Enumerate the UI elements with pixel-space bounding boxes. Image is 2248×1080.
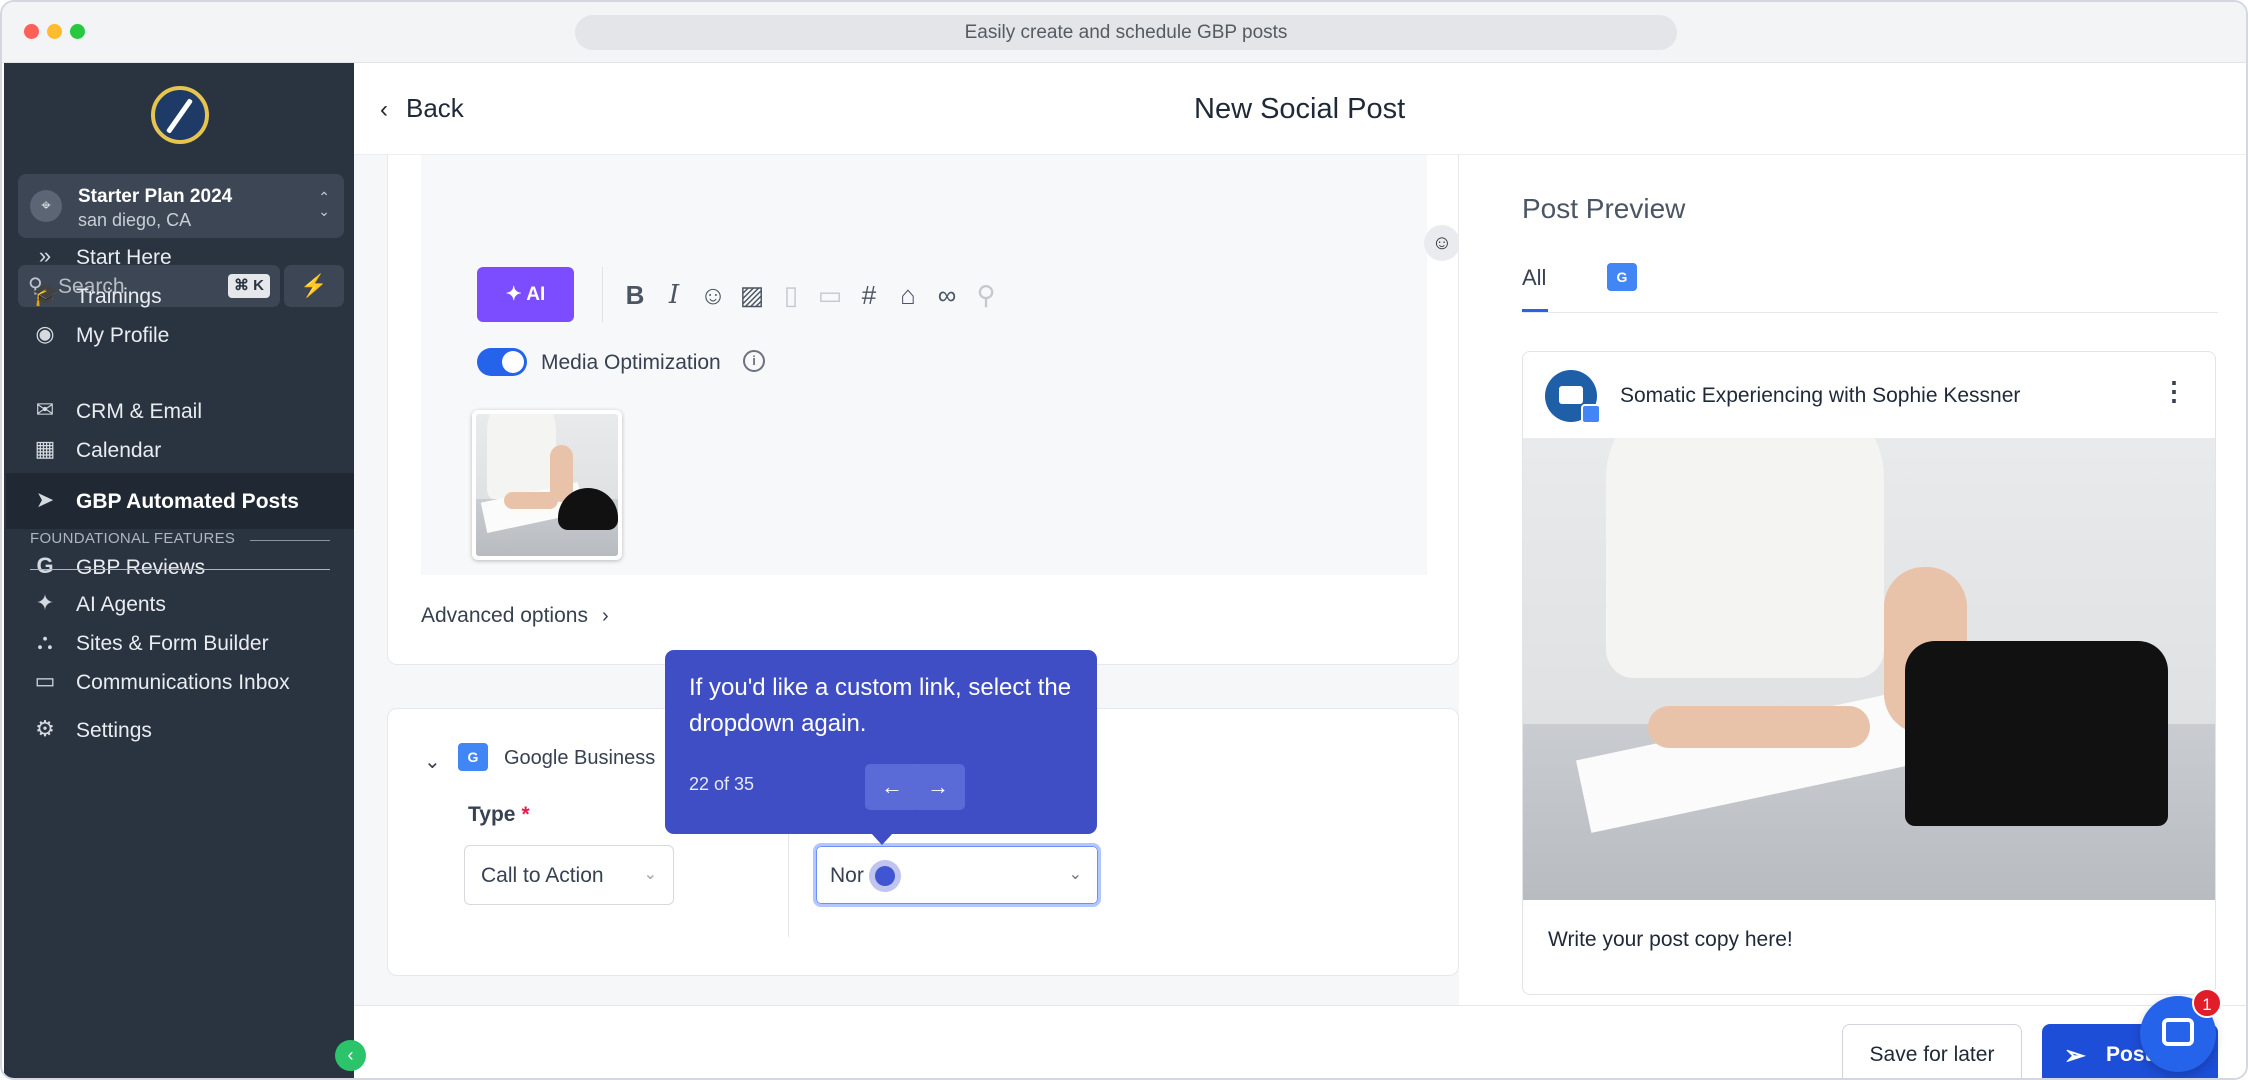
tab-google-business-icon[interactable]: G: [1607, 263, 1637, 291]
stamp-photo: [476, 414, 618, 556]
graduation-cap-icon: 🎓: [32, 282, 60, 307]
chevron-down-icon[interactable]: ⌄: [424, 749, 441, 774]
chevron-right-icon: ›: [601, 605, 609, 627]
save-for-later-button[interactable]: Save for later: [1842, 1024, 2022, 1078]
calendar-icon: ▦: [34, 436, 56, 461]
chevron-down-icon: ⌄: [1068, 866, 1082, 883]
location-icon: ⚲: [976, 280, 996, 310]
post-editor[interactable]: ☺ ✦ AI B I ☺ ▨ ▯ ▭ # ⌂ ∞ ⚲ Media Optimiz…: [421, 155, 1460, 575]
italic-icon[interactable]: I: [658, 279, 690, 311]
emoji-icon[interactable]: ☺: [697, 279, 729, 311]
sidebar: ⌖ Starter Plan 2024 san diego, CA ⌃ ⌄ ⚲ S…: [4, 63, 354, 1078]
send-icon: ➢: [2064, 1040, 2086, 1070]
video-icon: ▭: [817, 280, 843, 310]
sidebar-item-gbp-automated-posts[interactable]: ➤ GBP Automated Posts: [6, 473, 354, 529]
chevron-up-down-icon: ⌃ ⌄: [318, 189, 330, 219]
more-vertical-icon[interactable]: ⋮: [2161, 378, 2187, 404]
advanced-options-label: Advanced options: [421, 604, 588, 627]
sparkle-icon: ✦: [35, 590, 55, 615]
image-icon[interactable]: ▨: [736, 279, 768, 311]
field-divider: [788, 827, 789, 937]
cta-select[interactable]: Nor ⌄: [813, 843, 1101, 907]
tooltip-caret: [871, 833, 893, 845]
post-editor-card: ☺ ✦ AI B I ☺ ▨ ▯ ▭ # ⌂ ∞ ⚲ Media Optimiz…: [387, 155, 1460, 665]
media-optimization-label: Media Optimization: [541, 351, 721, 374]
inbox-icon: ▭: [34, 668, 56, 693]
google-business-name: Google Business: [504, 747, 656, 769]
sidebar-divider: [30, 569, 330, 570]
minimize-window-button[interactable]: [47, 24, 62, 39]
info-icon[interactable]: i: [743, 350, 765, 372]
page-header: ‹ Back New Social Post: [354, 63, 2246, 155]
collapse-sidebar-button[interactable]: ‹: [335, 1040, 366, 1071]
user-circle-icon: ◉: [35, 321, 55, 346]
advanced-options-toggle[interactable]: Advanced options ›: [421, 604, 609, 628]
gear-icon: ⚙: [35, 716, 55, 741]
tour-tooltip: If you'd like a custom link, select the …: [665, 650, 1097, 845]
sidebar-item-settings[interactable]: ⚙ Settings: [6, 702, 354, 758]
ai-button[interactable]: ✦ AI: [477, 267, 574, 322]
account-name: Starter Plan 2024: [78, 186, 233, 207]
maximize-window-button[interactable]: [70, 24, 85, 39]
chat-bubble-icon: [2162, 1018, 2194, 1046]
post-preview-panel: Post Preview All G Somatic Experiencing …: [1459, 155, 2246, 1005]
url-bar[interactable]: Easily create and schedule GBP posts: [575, 15, 1677, 50]
chevron-down-icon: ⌄: [643, 866, 657, 883]
back-label: Back: [406, 93, 464, 123]
preview-title: Post Preview: [1522, 193, 1686, 224]
chevron-left-icon: ‹: [380, 96, 388, 123]
sidebar-item-calendar[interactable]: ▦ Calendar: [6, 422, 354, 478]
tooltip-step-counter: 22 of 35: [689, 774, 755, 794]
send-arrow-icon: ➤: [35, 487, 55, 512]
ai-label: AI: [526, 284, 546, 305]
app-window: Easily create and schedule GBP posts ⌖ S…: [0, 0, 2248, 1080]
tab-all[interactable]: All: [1522, 265, 1546, 291]
type-label: Type *: [468, 803, 530, 826]
post-type-value: Call to Action: [481, 864, 604, 887]
file-icon: ▯: [783, 280, 799, 310]
tabs-border: [1522, 312, 2218, 313]
close-window-button[interactable]: [24, 24, 39, 39]
business-avatar: [1545, 370, 1601, 424]
back-button[interactable]: ‹ Back: [380, 93, 464, 124]
tag-icon[interactable]: ⌂: [892, 279, 924, 311]
sitemap-icon: ⛬: [37, 629, 53, 654]
post-preview-card: Somatic Experiencing with Sophie Kessner…: [1522, 351, 2216, 995]
page-title: New Social Post: [1194, 93, 1406, 125]
chevrons-right-icon: »: [38, 243, 52, 268]
cta-value: Nor: [830, 864, 864, 887]
tooltip-next-button[interactable]: →: [911, 764, 965, 810]
media-optimization-toggle[interactable]: [477, 348, 527, 376]
google-business-icon: G: [458, 743, 488, 771]
post-type-select[interactable]: Call to Action ⌄: [464, 845, 674, 905]
notification-badge: 1: [2192, 988, 2222, 1018]
business-name: Somatic Experiencing with Sophie Kessner: [1620, 384, 2021, 407]
post-preview-image: [1523, 438, 2215, 900]
post-copy-text: Write your post copy here!: [1548, 928, 1793, 951]
compass-logo-icon[interactable]: [151, 86, 209, 144]
account-location: san diego, CA: [78, 210, 192, 230]
tour-hotspot[interactable]: [869, 860, 901, 892]
type-label-text: Type: [468, 803, 516, 826]
assistant-face-icon[interactable]: ☺: [1424, 225, 1460, 261]
toolbar-divider: [602, 267, 603, 322]
location-pin-icon: ⌖: [30, 190, 62, 222]
tooltip-text: If you'd like a custom link, select the …: [689, 674, 1072, 737]
title-bar: Easily create and schedule GBP posts: [2, 2, 2246, 63]
bold-icon[interactable]: B: [619, 279, 651, 311]
chat-widget-button[interactable]: 1: [2140, 988, 2222, 1072]
link-icon[interactable]: ∞: [931, 279, 963, 311]
hashtag-icon[interactable]: #: [853, 279, 885, 311]
mail-open-icon: ✉: [35, 397, 55, 422]
media-thumbnail[interactable]: [472, 410, 622, 560]
sidebar-item-my-profile[interactable]: ◉ My Profile: [6, 307, 354, 363]
